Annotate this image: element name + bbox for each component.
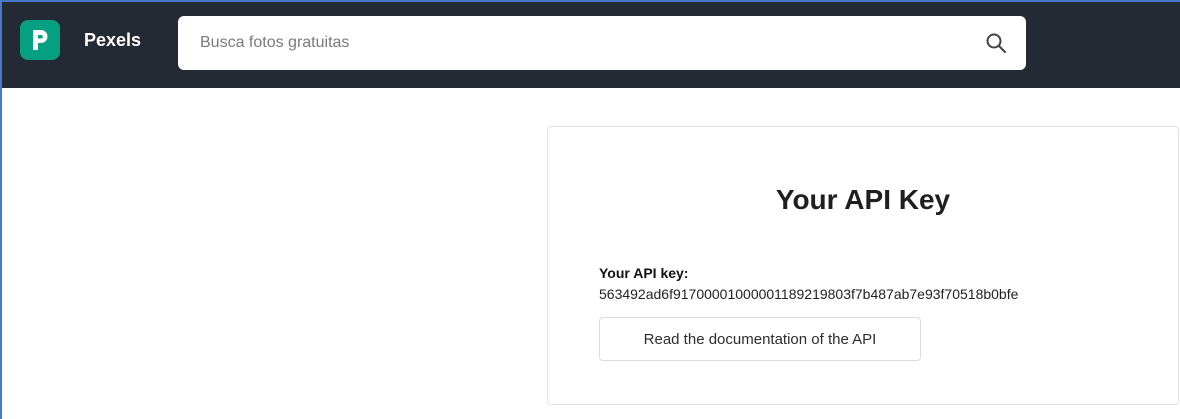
page-title: Your API Key <box>775 184 951 215</box>
brand-name[interactable]: Pexels <box>84 28 141 52</box>
api-key-card: Your API Key Your API key: 563492ad6f917… <box>547 126 1179 405</box>
api-key-label: Your API key: <box>599 265 689 281</box>
browser-viewport: Pexels Your API Key Your API key: 563492… <box>0 0 1180 419</box>
search-bar <box>178 16 1026 70</box>
top-navigation-bar: Pexels <box>2 2 1180 88</box>
read-documentation-button[interactable]: Read the documentation of the API <box>599 317 921 361</box>
search-icon[interactable] <box>984 31 1008 55</box>
pexels-logo-icon[interactable] <box>20 20 60 60</box>
api-key-value: 563492ad6f91700001000001189219803f7b487a… <box>599 286 1019 302</box>
search-input[interactable] <box>178 16 960 70</box>
